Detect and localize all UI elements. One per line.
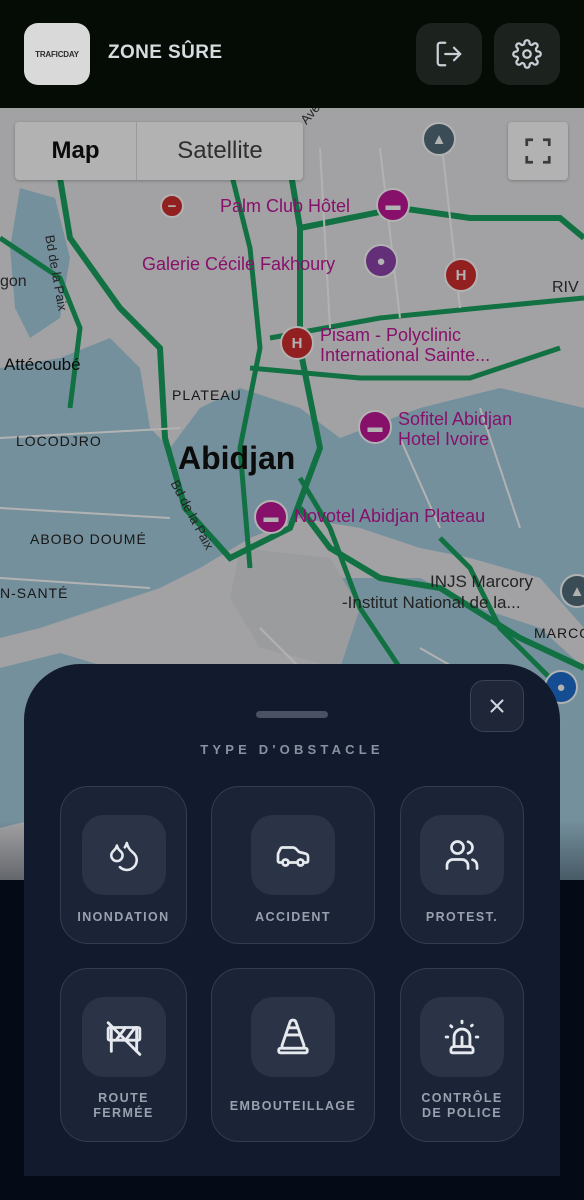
poi-label[interactable]: -Institut National de la...: [342, 594, 521, 611]
hospital-icon[interactable]: H: [280, 326, 314, 360]
obstacle-inondation-button[interactable]: INONDATION: [60, 786, 187, 944]
logo-text: TRAFICDAY: [35, 49, 79, 59]
obstacle-accident-button[interactable]: ACCIDENT: [211, 786, 375, 944]
page-title: ZONE SÛRE: [108, 42, 223, 63]
app-logo: TRAFICDAY: [24, 23, 90, 85]
obstacle-label: PROTEST.: [425, 910, 499, 924]
logout-icon: [436, 41, 462, 67]
sheet-title: TYPE D'OBSTACLE: [200, 742, 384, 757]
poi-label[interactable]: Novotel Abidjan Plateau: [294, 507, 485, 525]
road-barrier-icon: [106, 1021, 141, 1056]
sheet-drag-handle[interactable]: [256, 711, 328, 718]
school-icon[interactable]: ▲: [422, 122, 456, 156]
district-label: N-SANTÉ: [0, 585, 69, 601]
close-button[interactable]: [470, 680, 524, 732]
obstacle-traffic-jam-button[interactable]: EMBOUTEILLAGE: [211, 968, 375, 1142]
icon-container: [251, 997, 335, 1077]
icon-container: [420, 815, 504, 895]
poi-label[interactable]: INJS Marcory: [430, 573, 533, 590]
city-label: Abidjan: [178, 440, 296, 476]
icon-container: [81, 815, 166, 895]
obstacle-police-check-button[interactable]: CONTRÔLE DE POLICE: [400, 968, 524, 1142]
droplets-icon: [109, 841, 138, 872]
poi-label[interactable]: Galerie Cécile Fakhoury: [142, 255, 335, 273]
fullscreen-icon: [525, 138, 551, 164]
obstacle-road-closed-button[interactable]: ROUTE FERMÉE: [60, 968, 187, 1142]
hotel-icon[interactable]: ▬: [254, 500, 288, 534]
obstacle-type-sheet: TYPE D'OBSTACLE INONDATION ACCIDENT PROT…: [24, 664, 560, 1176]
district-label: RIV: [552, 279, 579, 296]
obstacle-label: EMBOUTEILLAGE: [229, 1099, 357, 1113]
district-label: LOCODJRO: [16, 433, 102, 449]
app-header: TRAFICDAY ZONE SÛRE: [0, 0, 584, 108]
map-type-toggle[interactable]: Map Satellite: [15, 122, 303, 180]
poi-label[interactable]: Hotel Ivoire: [398, 430, 489, 448]
district-label: gon: [0, 273, 27, 290]
map-type-map[interactable]: Map: [15, 122, 137, 180]
district-label: PLATEAU: [172, 387, 242, 403]
hotel-icon[interactable]: ▬: [358, 410, 392, 444]
obstacle-protest-button[interactable]: PROTEST.: [400, 786, 524, 944]
hospital-icon[interactable]: H: [444, 258, 478, 292]
icon-container: [251, 815, 335, 895]
gear-icon: [512, 39, 542, 69]
poi-label[interactable]: Pisam - Polyclinic: [320, 326, 461, 344]
users-icon: [445, 840, 479, 870]
district-label: Attécoubé: [4, 355, 81, 374]
hotel-icon[interactable]: ▬: [376, 188, 410, 222]
obstacle-label: CONTRÔLE: [421, 1091, 503, 1105]
obstacle-label: DE POLICE: [422, 1106, 502, 1120]
siren-icon: [444, 1019, 480, 1055]
car-icon: [276, 846, 310, 867]
logout-button[interactable]: [416, 23, 482, 85]
obstacle-label: ACCIDENT: [255, 910, 331, 924]
fullscreen-button[interactable]: [508, 122, 568, 180]
icon-container: [81, 997, 166, 1077]
obstacle-label: ROUTE: [98, 1091, 149, 1105]
poi-label[interactable]: International Sainte...: [320, 346, 490, 364]
obstacle-label: FERMÉE: [93, 1106, 154, 1120]
no-entry-icon[interactable]: −: [160, 194, 184, 218]
district-label: ABOBO DOUMÉ: [30, 531, 147, 547]
traffic-cone-icon: [277, 1018, 309, 1055]
close-icon: [490, 699, 504, 713]
poi-label[interactable]: Palm Club Hôtel: [220, 197, 350, 215]
obstacle-label: INONDATION: [77, 910, 170, 924]
palette-icon[interactable]: ●: [364, 244, 398, 278]
poi-label[interactable]: Sofitel Abidjan: [398, 410, 512, 428]
map-type-satellite[interactable]: Satellite: [137, 122, 303, 180]
settings-button[interactable]: [494, 23, 560, 85]
icon-container: [420, 997, 504, 1077]
district-label: MARCO: [534, 625, 584, 641]
